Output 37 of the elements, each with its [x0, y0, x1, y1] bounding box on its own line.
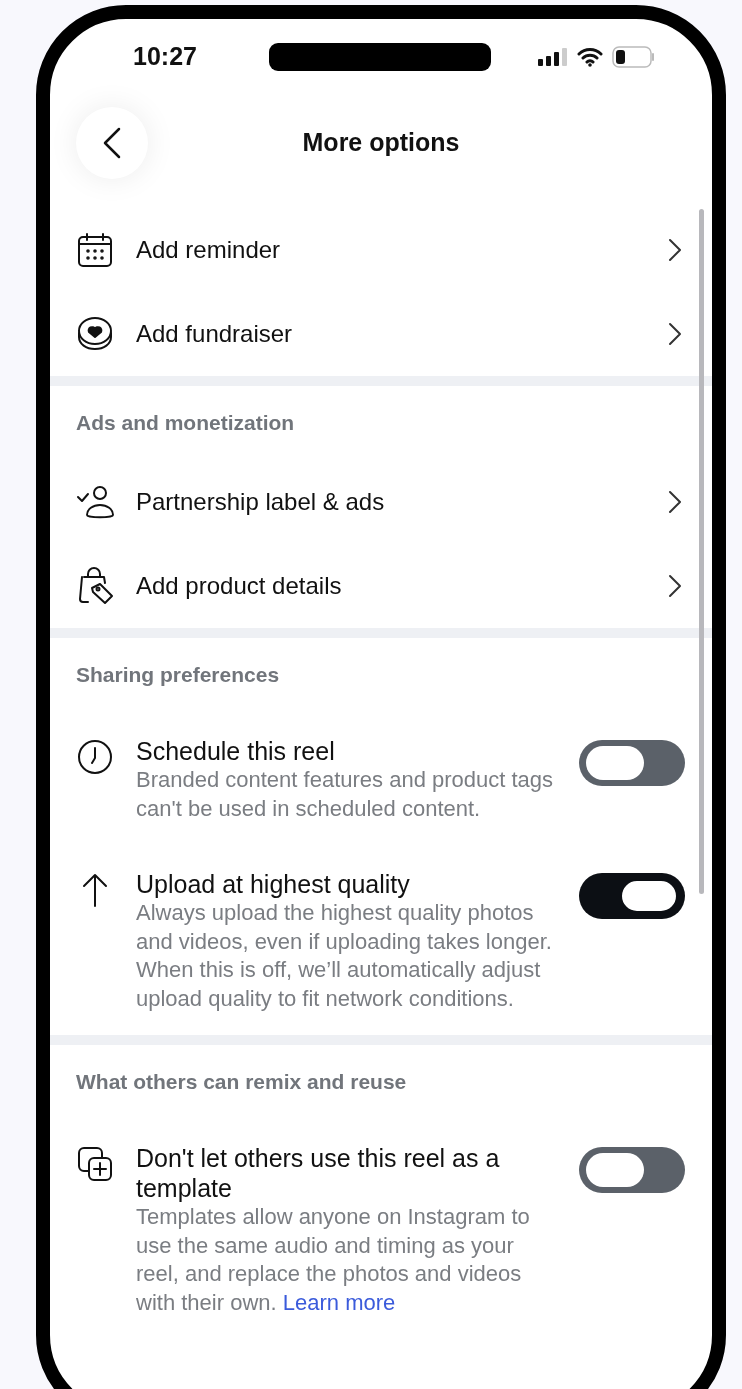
setting-title: Upload at highest quality: [136, 869, 411, 899]
setting-title: Schedule this reel: [136, 736, 336, 766]
status-time: 10:27: [133, 41, 198, 73]
heart-coin-icon: [76, 315, 114, 353]
section-header: What others can remix and reuse: [76, 1069, 407, 1096]
person-check-icon: [76, 483, 116, 521]
back-icon: [103, 127, 121, 159]
chevron-right-icon: [668, 238, 682, 262]
section-header: Ads and monetization: [76, 410, 295, 437]
menu-item[interactable]: Add fundraiser: [50, 292, 712, 376]
page-title: More options: [302, 127, 460, 159]
setting-description: Templates allow anyone on Instagram to use the same audio and timing as your reel, and replace the photos and videos with their own. Learn more: [136, 1203, 531, 1317]
toggle-switch[interactable]: [579, 740, 685, 786]
toggle-switch[interactable]: [579, 873, 685, 919]
menu-item[interactable]: Partnership label & ads: [50, 460, 712, 544]
clock-icon: [76, 738, 114, 776]
setting-description: Always upload the highest quality photos and videos, even if uploading takes longer. When this is off, we’ll automatically adjust upload quality to fit network conditions.: [136, 899, 553, 1013]
chevron-right-icon: [668, 322, 682, 346]
setting-description: Branded content features and product tags can't be used in scheduled content.: [136, 766, 554, 823]
shopping-bag-tag-icon: [76, 566, 114, 606]
template-add-icon: [76, 1145, 114, 1183]
setting-title: Don't let others use this reel as a template: [136, 1143, 501, 1203]
menu-item-label: Partnership label & ads: [136, 487, 386, 517]
signal-icon: [538, 48, 568, 66]
learn-more-link[interactable]: Learn more: [282, 1289, 396, 1315]
section-header: Sharing preferences: [76, 662, 280, 689]
wifi-icon: [577, 47, 603, 67]
menu-item[interactable]: Add product details: [50, 544, 712, 628]
menu-item-label: Add product details: [136, 571, 343, 601]
chevron-right-icon: [668, 490, 682, 514]
battery-icon: [612, 46, 656, 68]
toggle-switch[interactable]: [579, 1147, 685, 1193]
menu-item-label: Add fundraiser: [136, 319, 294, 349]
menu-item-label: Add reminder: [136, 235, 282, 265]
chevron-right-icon: [668, 574, 682, 598]
calendar-icon: [76, 231, 114, 269]
menu-item[interactable]: Add reminder: [50, 208, 712, 292]
